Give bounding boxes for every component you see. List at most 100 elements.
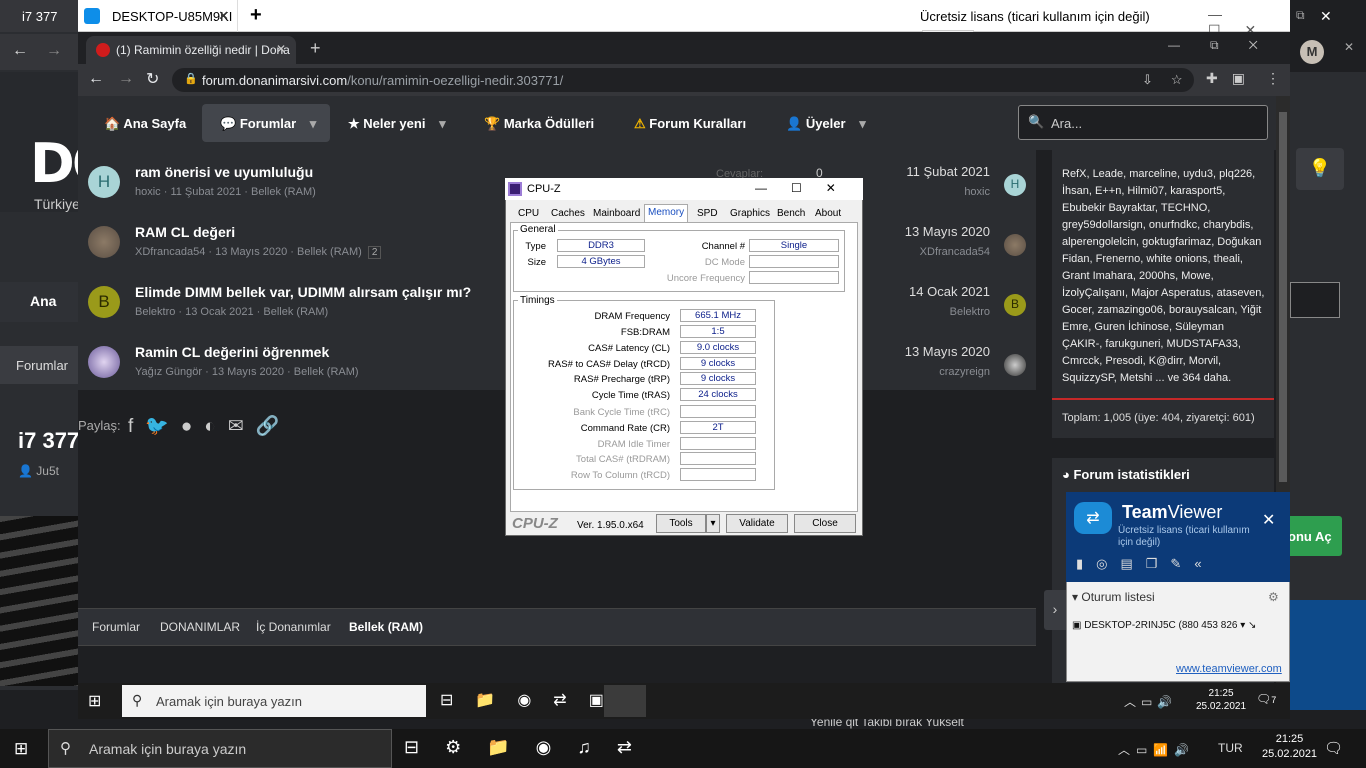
close-icon[interactable]: ✕ [276, 42, 286, 56]
trdram-value [680, 452, 756, 465]
tab-bench[interactable]: Bench [774, 206, 808, 222]
host-nav-forumlar[interactable]: Forumlar [0, 346, 78, 384]
address-bar[interactable]: forum.donanimarsivi.com/konu/ramimin-oez… [172, 68, 1194, 92]
nav-forumlar[interactable]: 💬 Forumlar ▾ [220, 116, 316, 132]
tools-button[interactable]: Tools [656, 514, 706, 533]
extensions-icon[interactable]: ✚▣ [1206, 70, 1259, 87]
remote-tray-icons[interactable]: ︿▭🔊 [1124, 693, 1177, 710]
teamviewer-logo-icon: ⇄ [1074, 502, 1112, 534]
local-taskbar-apps[interactable]: ⊟⚙📁◉♫⇄ [404, 737, 658, 758]
tab-about[interactable]: About [812, 206, 844, 222]
thread-title[interactable]: ram önerisi ve uyumluluğu [135, 164, 313, 180]
teamviewer-tools[interactable]: ▮◎▤❐✎« [1076, 556, 1215, 572]
scrollbar-thumb[interactable] [1279, 112, 1287, 482]
page-badge[interactable]: 2 [367, 246, 382, 259]
thread-meta: Yağız Güngör · 13 Mayıs 2020 · Bellek (R… [135, 366, 359, 378]
session-list-title[interactable]: ▾ Oturum listesi [1072, 590, 1155, 604]
thread-last-user[interactable]: crazyreign [939, 366, 990, 378]
timings-label: Timings [518, 295, 557, 306]
add-tab-icon[interactable]: + [250, 4, 262, 27]
online-users-list[interactable]: RefX, Leade, marceline, uydu3, plq226, İ… [1062, 166, 1266, 387]
breadcrumb-item[interactable]: İç Donanımlar [256, 620, 331, 634]
nav-ana-sayfa[interactable]: 🏠 Ana Sayfa [104, 116, 186, 132]
remote-taskbar-search[interactable]: Aramak için buraya yazın [122, 685, 426, 717]
host-forward-icon[interactable]: → [46, 42, 62, 60]
gear-icon[interactable]: ⚙ [1268, 590, 1279, 604]
chevron-right-icon[interactable]: › [1044, 590, 1066, 630]
session-row[interactable]: ▣ DESKTOP-2RINJ5C (880 453 826 ▾ ↘ [1072, 620, 1256, 631]
row-to-column-label: Row To Column (tRCD) [570, 470, 670, 481]
local-taskbar-search[interactable]: Aramak için buraya yazın [48, 729, 392, 768]
tab-cpu[interactable]: CPU [515, 206, 542, 222]
new-tab-icon[interactable]: + [310, 38, 321, 59]
teamviewer-tab[interactable]: DESKTOP-U85M9KI ✕ [106, 0, 238, 32]
thread-title[interactable]: RAM CL değeri [135, 224, 235, 240]
nav-forum-kurallari[interactable]: ⚠ Forum Kuralları [634, 116, 746, 132]
cpuz-logo: CPU-Z [512, 515, 558, 532]
breadcrumb-item[interactable]: Forumlar [92, 620, 140, 634]
browser-window-controls[interactable]: —⧉✕ [1168, 38, 1288, 53]
thread-last-user[interactable]: XDfrancada54 [920, 246, 990, 258]
thread-last-user[interactable]: Belektro [950, 306, 990, 318]
tab-caches[interactable]: Caches [548, 206, 588, 222]
windows-start-icon[interactable]: ⊞ [14, 739, 28, 759]
nav-marka-odulleri[interactable]: 🏆 Marka Ödülleri [484, 116, 594, 132]
close-icon[interactable]: ✕ [1262, 510, 1275, 530]
teamviewer-link[interactable]: www.teamviewer.com [1176, 663, 1282, 675]
share-icons[interactable]: f🐦●◐✉🔗 [128, 414, 291, 438]
avatar[interactable]: M [1300, 40, 1324, 64]
notification-icon[interactable]: 🗨7 [1256, 692, 1276, 706]
close-icon[interactable]: ✕ [218, 8, 229, 24]
omnibox-icons[interactable]: ⇩☆ [1142, 72, 1201, 88]
size-label: Size [527, 257, 546, 268]
green-button[interactable]: onu Aç [1282, 516, 1342, 556]
search-input[interactable]: Ara... [1018, 105, 1268, 140]
close-button[interactable]: Close [794, 514, 856, 533]
host-back-icon[interactable]: ← [12, 42, 28, 60]
local-tray-icons[interactable]: ︿▭📶🔊 [1118, 741, 1195, 758]
tab-spd[interactable]: SPD [694, 206, 721, 222]
channel-value: Single [749, 239, 839, 252]
dc-mode-label: DC Mode [704, 257, 745, 268]
nav-neler-yeni[interactable]: ★ Neler yeni ▾ [348, 116, 446, 132]
nav-uyeler[interactable]: 👤 Üyeler ▾ [786, 116, 866, 132]
host-minimize-icon[interactable]: ✕ [1344, 40, 1354, 54]
type-label: Type [525, 241, 546, 252]
cpuz-icon [508, 182, 522, 196]
host-maximize-icon[interactable]: ⧉ [1296, 8, 1305, 23]
validate-button[interactable]: Validate [726, 514, 788, 533]
browser-tab[interactable]: (1) Ramimin özelliği nedir | Dona ✕ [86, 36, 296, 64]
breadcrumb-item[interactable]: Bellek (RAM) [349, 620, 423, 634]
host-nav-ana[interactable]: Ana [0, 282, 78, 322]
local-clock[interactable]: 21:25 25.02.2021 [1262, 732, 1317, 762]
uncore-value [749, 271, 839, 284]
thread-title[interactable]: Ramin CL değerini öğrenmek [135, 344, 329, 360]
favicon-icon [96, 43, 110, 57]
host-thread-user: 👤 Ju5t [18, 464, 59, 478]
host-search-input[interactable] [1290, 282, 1340, 318]
cpuz-window-controls[interactable]: —☐✕ [755, 181, 860, 195]
notification-icon[interactable]: 🗨 [1324, 739, 1343, 757]
menu-icon[interactable]: ⋮ [1266, 70, 1280, 87]
tab-mainboard[interactable]: Mainboard [590, 206, 643, 222]
tab-memory[interactable]: Memory [644, 204, 689, 223]
tools-dropdown-icon[interactable]: ▾ [706, 514, 720, 533]
remote-taskbar-apps[interactable]: ⊟📁◉⇄▣ [440, 690, 626, 710]
tab-graphics[interactable]: Graphics [727, 206, 773, 222]
back-icon[interactable]: ← [88, 70, 104, 88]
thread-title[interactable]: Elimde DIMM bellek var, UDIMM alırsam ça… [135, 284, 471, 300]
language-indicator[interactable]: TUR [1218, 741, 1243, 755]
thread-date: 13 Mayıs 2020 [904, 224, 990, 239]
thread-last-user[interactable]: hoxic [964, 186, 990, 198]
remote-clock[interactable]: 21:25 25.02.2021 [1196, 687, 1246, 713]
forward-icon[interactable]: → [118, 70, 134, 88]
host-close-icon[interactable]: ✕ [1320, 8, 1332, 25]
windows-start-icon[interactable]: ⊞ [88, 691, 101, 711]
host-tab[interactable]: i7 377 [0, 0, 78, 32]
teamviewer-subtitle: Ücretsiz lisans (ticari kullanım için de… [1118, 525, 1250, 548]
avatar: H [1004, 174, 1026, 196]
lock-icon[interactable]: 🔒 [184, 72, 198, 85]
breadcrumb-item[interactable]: DONANIMLAR [160, 620, 240, 634]
lightbulb-icon[interactable]: 💡 [1296, 148, 1344, 190]
reload-icon[interactable]: ↻ [146, 69, 159, 89]
